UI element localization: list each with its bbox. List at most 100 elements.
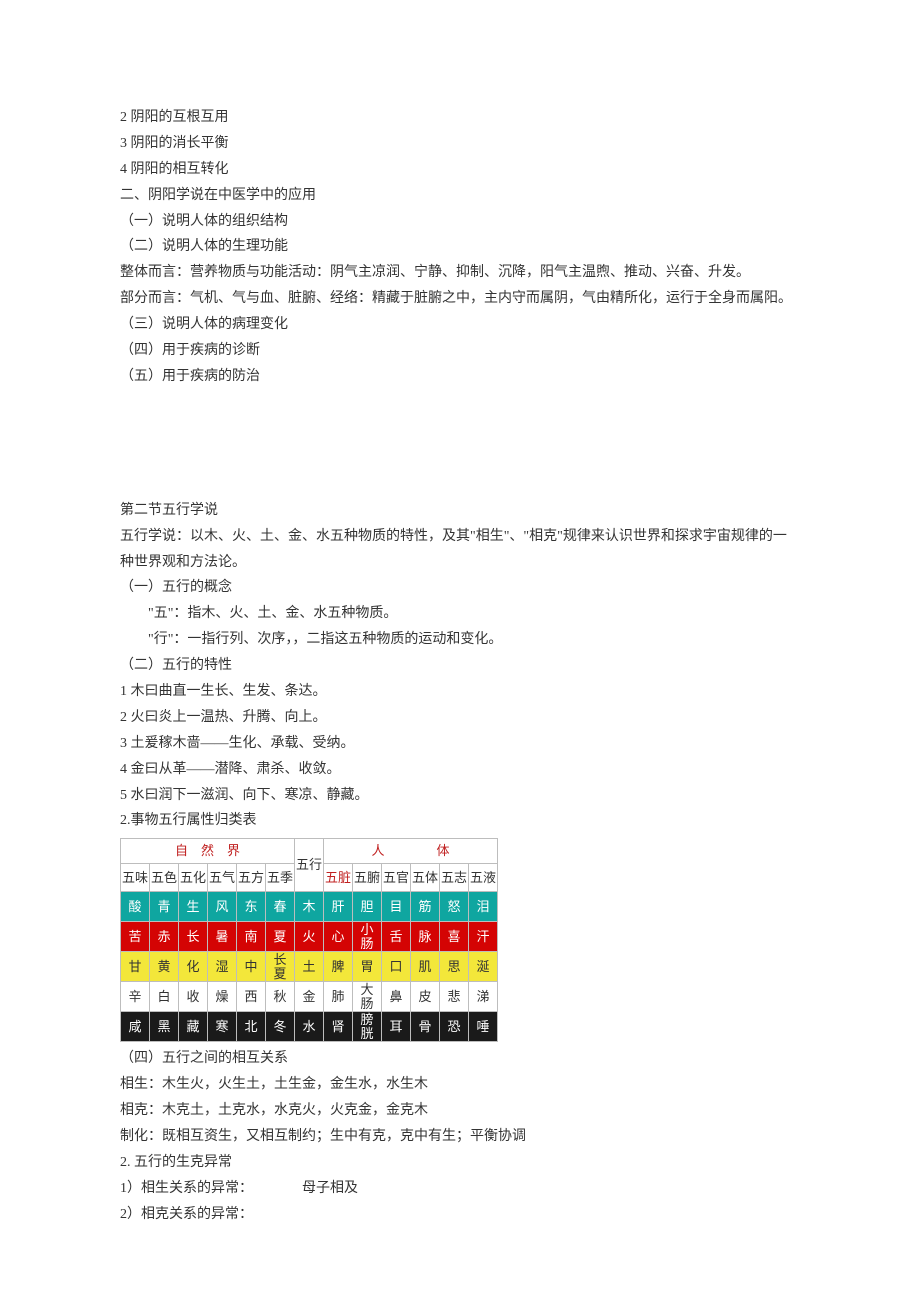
- text-line: （四）五行之间的相互关系: [120, 1046, 800, 1072]
- table-cell: 南: [237, 922, 266, 952]
- table-cell: 胆: [353, 892, 382, 922]
- table-cell: 木: [295, 892, 324, 922]
- column-header: 五脏: [324, 864, 353, 892]
- text-line: 整体而言：营养物质与功能活动：阴气主凉润、宁静、抑制、沉降，阳气主温煦、推动、兴…: [120, 260, 800, 286]
- wuxing-definition-block: "五"：指木、火、土、金、水五种物质。"行"：一指行列、次序，，二指这五种物质的…: [120, 601, 800, 653]
- table-cell: 冬: [266, 1012, 295, 1042]
- table-cell: 风: [208, 892, 237, 922]
- group-header-nature: 自 然 界: [121, 839, 295, 864]
- table-cell: 怒: [440, 892, 469, 922]
- column-header: 五液: [469, 864, 498, 892]
- table-cell: 脉: [411, 922, 440, 952]
- table-cell: 小肠: [353, 922, 382, 952]
- table-cell: 恐: [440, 1012, 469, 1042]
- table-cell: 青: [150, 892, 179, 922]
- column-header: 五体: [411, 864, 440, 892]
- table-cell: 中: [237, 952, 266, 982]
- column-header: 五志: [440, 864, 469, 892]
- text-line: 相生：木生火，火生土，土生金，金生水，水生木: [120, 1072, 800, 1098]
- table-cell: 长: [179, 922, 208, 952]
- table-cell: 白: [150, 982, 179, 1012]
- table-row: 咸黑藏寒北冬水肾膀胱耳骨恐唾: [121, 1012, 498, 1042]
- table-cell: 火: [295, 922, 324, 952]
- table-cell: 北: [237, 1012, 266, 1042]
- table-body: 酸青生风东春木肝胆目筋怒泪苦赤长暑南夏火心小肠舌脉喜汗甘黄化湿中长夏土脾胃口肌思…: [121, 892, 498, 1042]
- table-cell: 收: [179, 982, 208, 1012]
- text-line: 3 土爰稼木啬——生化、承载、受纳。: [120, 731, 800, 757]
- table-cell: 甘: [121, 952, 150, 982]
- table-row: 酸青生风东春木肝胆目筋怒泪: [121, 892, 498, 922]
- table-row: 甘黄化湿中长夏土脾胃口肌思涎: [121, 952, 498, 982]
- text-line: （五）用于疾病的防治: [120, 364, 800, 390]
- text-line: 2 火曰炎上一温热、升腾、向上。: [120, 705, 800, 731]
- text-line: （四）用于疾病的诊断: [120, 338, 800, 364]
- text-line: （一）五行的概念: [120, 575, 800, 601]
- table-cell: 肾: [324, 1012, 353, 1042]
- text-line: 相克：木克土，土克水，水克火，火克金，金克木: [120, 1098, 800, 1124]
- table-cell: 胃: [353, 952, 382, 982]
- column-header: 五腑: [353, 864, 382, 892]
- table-cell: 咸: [121, 1012, 150, 1042]
- wuxing-intro-block: 第二节五行学说五行学说：以木、火、土、金、水五种物质的特性，及其"相生"、"相克…: [120, 498, 800, 602]
- table-cell: 生: [179, 892, 208, 922]
- table-cell: 暑: [208, 922, 237, 952]
- table-cell: 夏: [266, 922, 295, 952]
- text-line: 制化：既相互资生，又相互制约；生中有克，克中有生；平衡协调: [120, 1124, 800, 1150]
- table-cell: 金: [295, 982, 324, 1012]
- text-line: 2.事物五行属性归类表: [120, 808, 800, 834]
- text-line: 4 金曰从革——潜降、肃杀、收敛。: [120, 757, 800, 783]
- table-cell: 肌: [411, 952, 440, 982]
- text-line: 第二节五行学说: [120, 498, 800, 524]
- column-header: 五味: [121, 864, 150, 892]
- table-cell: 大肠: [353, 982, 382, 1012]
- text-line: 1 木曰曲直一生长、生发、条达。: [120, 679, 800, 705]
- table-cell: 秋: [266, 982, 295, 1012]
- table-row: 辛白收燥西秋金肺大肠鼻皮悲涕: [121, 982, 498, 1012]
- table-cell: 春: [266, 892, 295, 922]
- column-header: 五官: [382, 864, 411, 892]
- table-cell: 脾: [324, 952, 353, 982]
- table-cell: 心: [324, 922, 353, 952]
- table-cell: 苦: [121, 922, 150, 952]
- table-cell: 酸: [121, 892, 150, 922]
- table-cell: 东: [237, 892, 266, 922]
- table-cell: 喜: [440, 922, 469, 952]
- table-cell: 舌: [382, 922, 411, 952]
- table-cell: 唾: [469, 1012, 498, 1042]
- yinyang-outline-block: 2 阴阳的互根互用3 阴阳的消长平衡4 阴阳的相互转化二、阴阳学说在中医学中的应…: [120, 105, 800, 390]
- table-cell: 赤: [150, 922, 179, 952]
- column-header: 五气: [208, 864, 237, 892]
- table-cell: 西: [237, 982, 266, 1012]
- group-header-body: 人 体: [324, 839, 498, 864]
- table-cell: 肺: [324, 982, 353, 1012]
- wuxing-classification-table: 自 然 界 五行 人 体 五味五色五化五气五方五季五脏五腑五官五体五志五液 酸青…: [120, 838, 498, 1042]
- table-cell: 水: [295, 1012, 324, 1042]
- table-cell: 汗: [469, 922, 498, 952]
- text-line: （三）说明人体的病理变化: [120, 312, 800, 338]
- text-line: （二）五行的特性: [120, 653, 800, 679]
- table-cell: 湿: [208, 952, 237, 982]
- text-line: 4 阴阳的相互转化: [120, 157, 800, 183]
- text-line: （一）说明人体的组织结构: [120, 209, 800, 235]
- text-line: （二）说明人体的生理功能: [120, 234, 800, 260]
- table-row: 苦赤长暑南夏火心小肠舌脉喜汗: [121, 922, 498, 952]
- table-cell: 思: [440, 952, 469, 982]
- table-cell: 藏: [179, 1012, 208, 1042]
- wuxing-traits-block: （二）五行的特性1 木曰曲直一生长、生发、条达。2 火曰炎上一温热、升腾、向上。…: [120, 653, 800, 834]
- section-gap: [120, 390, 800, 498]
- table-cell: 皮: [411, 982, 440, 1012]
- column-header: 五化: [179, 864, 208, 892]
- text-line: 五行学说：以木、火、土、金、水五种物质的特性，及其"相生"、"相克"规律来认识世…: [120, 524, 800, 576]
- text-line: 2. 五行的生克异常: [120, 1150, 800, 1176]
- table-cell: 黑: [150, 1012, 179, 1042]
- table-cell: 土: [295, 952, 324, 982]
- column-header: 五季: [266, 864, 295, 892]
- text-line: 5 水曰润下一滋润、向下、寒凉、静藏。: [120, 783, 800, 809]
- text-line: 2 阴阳的互根互用: [120, 105, 800, 131]
- table-cell: 辛: [121, 982, 150, 1012]
- table-cell: 长夏: [266, 952, 295, 982]
- table-cell: 泪: [469, 892, 498, 922]
- table-cell: 化: [179, 952, 208, 982]
- table-cell: 耳: [382, 1012, 411, 1042]
- table-cell: 鼻: [382, 982, 411, 1012]
